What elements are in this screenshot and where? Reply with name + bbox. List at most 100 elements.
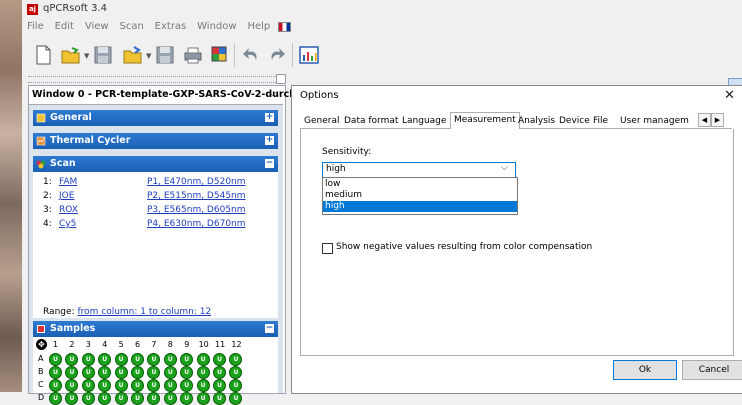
plate-well[interactable]: U [163, 379, 177, 392]
plate-well[interactable]: U [131, 379, 144, 392]
open-folder-icon[interactable] [122, 44, 144, 66]
menu-file[interactable]: File [27, 19, 44, 35]
menu-extras[interactable]: Extras [155, 19, 187, 35]
plate-well[interactable]: U [114, 353, 128, 366]
menu-edit[interactable]: Edit [55, 19, 74, 35]
tab-file[interactable]: File [593, 114, 608, 128]
plate-well[interactable]: U [213, 379, 226, 392]
chevron-down-icon[interactable]: ▼ [84, 52, 89, 60]
undo-icon[interactable] [240, 44, 262, 66]
plate-well[interactable]: U [49, 353, 62, 366]
plate-well[interactable]: U [81, 379, 95, 392]
plate-well[interactable]: U [213, 392, 226, 405]
plate-well[interactable]: U [180, 353, 194, 366]
plate-well[interactable]: U [49, 392, 62, 405]
plate-well[interactable]: U [81, 353, 95, 366]
scan-dye-link[interactable]: Cy5 [59, 219, 76, 229]
print-icon[interactable] [182, 44, 204, 66]
plate-well[interactable]: U [147, 353, 161, 366]
plate-well[interactable]: U [163, 353, 177, 366]
section-general[interactable]: General + [33, 110, 278, 126]
plate-well[interactable]: U [98, 392, 112, 405]
plate-well[interactable]: U [196, 392, 210, 405]
tab-language[interactable]: Language [402, 114, 446, 128]
plate-well[interactable]: U [147, 392, 161, 405]
tab-general[interactable]: General [304, 114, 339, 128]
chevron-down-icon[interactable]: ▼ [146, 52, 151, 60]
plate-well[interactable]: U [131, 353, 144, 366]
scan-dye-link[interactable]: ROX [59, 205, 78, 215]
new-file-icon[interactable] [32, 44, 54, 66]
plate-well[interactable]: U [98, 379, 112, 392]
collapse-icon[interactable]: − [265, 159, 274, 168]
plate-well[interactable]: U [65, 366, 79, 379]
scan-range-link[interactable]: from column: 1 to column: 12 [77, 307, 211, 317]
plate-well[interactable]: U [114, 379, 128, 392]
tab-data-format[interactable]: Data format [344, 114, 398, 128]
tab-scroll-right-icon[interactable]: ▶ [711, 113, 724, 127]
plate-well[interactable]: U [65, 353, 79, 366]
plate-well[interactable]: U [213, 366, 226, 379]
select-all-wells-button[interactable]: ✥ [36, 339, 47, 350]
scan-channel-link[interactable]: P4, E630nm, D670nm [147, 219, 246, 229]
section-thermal-cycler[interactable]: Thermal Cycler + [33, 133, 278, 149]
expand-icon[interactable]: + [265, 136, 274, 145]
plate-well[interactable]: U [81, 366, 95, 379]
tab-analysis[interactable]: Analysis [518, 114, 555, 128]
plate-well[interactable]: U [196, 379, 210, 392]
panel-float-button[interactable] [276, 74, 286, 84]
plate-well[interactable]: U [196, 353, 210, 366]
redo-icon[interactable] [266, 44, 288, 66]
collapse-icon[interactable]: − [265, 324, 274, 333]
plate-well[interactable]: U [98, 366, 112, 379]
color-grid-icon[interactable] [208, 44, 230, 66]
plate-well[interactable]: U [147, 379, 161, 392]
section-scan[interactable]: Scan − [33, 156, 278, 172]
chart-icon[interactable] [298, 44, 320, 66]
tab-measurement[interactable]: Measurement [450, 112, 520, 130]
close-icon[interactable]: ✕ [724, 88, 735, 103]
save-icon[interactable] [92, 44, 114, 66]
plate-well[interactable]: U [180, 392, 194, 405]
scan-dye-link[interactable]: FAM [59, 177, 77, 187]
plate-well[interactable]: U [147, 366, 161, 379]
scan-dye-link[interactable]: JOE [59, 191, 74, 201]
plate-well[interactable]: U [229, 392, 243, 405]
plate-well[interactable]: U [81, 392, 95, 405]
plate-well[interactable]: U [229, 353, 243, 366]
plate-well[interactable]: U [180, 379, 194, 392]
menu-scan[interactable]: Scan [119, 19, 143, 35]
tab-device[interactable]: Device [559, 114, 590, 128]
menu-help[interactable]: Help [247, 19, 270, 35]
save-icon[interactable] [154, 44, 176, 66]
scan-channel-link[interactable]: P3, E565nm, D605nm [147, 205, 246, 215]
plate-well[interactable]: U [98, 353, 112, 366]
open-folder-icon[interactable] [60, 44, 82, 66]
option-high[interactable]: high [323, 201, 517, 212]
menu-window[interactable]: Window [197, 19, 236, 35]
plate-well[interactable]: U [114, 392, 128, 405]
cancel-button[interactable]: Cancel [682, 360, 742, 380]
plate-well[interactable]: U [163, 392, 177, 405]
plate-well[interactable]: U [163, 366, 177, 379]
expand-icon[interactable]: + [265, 113, 274, 122]
plate-well[interactable]: U [131, 392, 144, 405]
menu-view[interactable]: View [85, 19, 109, 35]
chevron-down-icon[interactable]: ⌵ [269, 88, 277, 99]
section-samples[interactable]: Samples − [33, 321, 278, 337]
window-selector[interactable]: Window 0 - PCR-template-GXP-SARS-CoV-2-d… [29, 86, 302, 105]
chevron-down-icon[interactable]: ⌵ [501, 163, 508, 173]
plate-well[interactable]: U [65, 392, 79, 405]
plate-well[interactable]: U [229, 379, 243, 392]
plate-well[interactable]: U [131, 366, 144, 379]
option-low[interactable]: low [323, 179, 517, 190]
negative-values-checkbox[interactable] [322, 243, 333, 254]
scan-channel-link[interactable]: P2, E515nm, D545nm [147, 191, 246, 201]
plate-well[interactable]: U [213, 353, 226, 366]
plate-well[interactable]: U [114, 366, 128, 379]
tab-scroll-left-icon[interactable]: ◀ [698, 113, 711, 127]
plate-well[interactable]: U [196, 366, 210, 379]
language-flag-icon[interactable] [278, 21, 292, 32]
plate-well[interactable]: U [65, 379, 79, 392]
scan-channel-link[interactable]: P1, E470nm, D520nm [147, 177, 246, 187]
